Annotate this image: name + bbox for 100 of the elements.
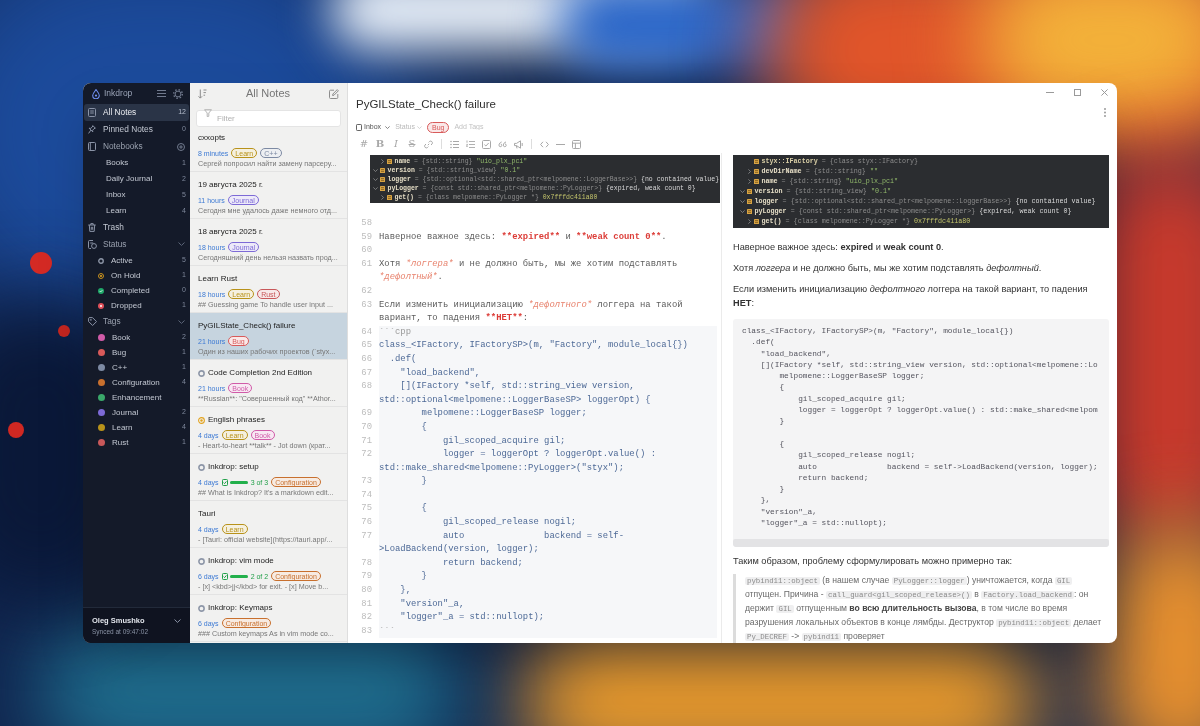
notebook-icon <box>88 142 96 151</box>
line-number: 68 <box>360 380 372 394</box>
section-header[interactable]: Notebooks <box>84 140 177 153</box>
list-title: All Notes <box>245 86 291 102</box>
note-title: Learn Rust <box>198 274 238 284</box>
note-title: Inkdrop: vim mode <box>208 556 274 566</box>
line-number: 80 <box>360 584 372 598</box>
section-header[interactable]: Tags <box>84 313 189 330</box>
striped-square-icon <box>380 168 385 173</box>
tag-icon <box>88 317 97 326</box>
note-title: 19 августа 2025 г. <box>198 180 264 190</box>
note-title: PyGILState_Check() failure <box>198 321 296 331</box>
line-number: 60 <box>360 244 372 258</box>
horizontal-scrollbar[interactable] <box>733 539 1109 548</box>
line-number: 58 <box>360 217 372 230</box>
paragraph: Если изменить инициализацию дефолтного логгера на такой вариант, то падения НЕТ: <box>733 283 1089 310</box>
section-header[interactable]: Status <box>84 235 189 253</box>
line-number: 75 <box>360 502 372 516</box>
add-icon[interactable] <box>177 142 185 151</box>
chevron-down-icon <box>385 125 391 129</box>
note-title: Inkdrop: Keymaps <box>208 603 273 613</box>
filter-field[interactable]: Filter <box>196 110 341 127</box>
line-number: 83 <box>360 624 372 638</box>
pin-icon <box>88 125 96 134</box>
filter-icon <box>204 108 212 117</box>
line-number: 65 <box>360 339 372 353</box>
striped-square-icon <box>387 159 392 164</box>
link-icon[interactable] <box>423 139 433 149</box>
striped-square-icon <box>754 178 759 184</box>
drop-icon <box>92 88 100 99</box>
source-line: Хотя *логгера* и не должно быть, мы же хотим подставлять *дефолтный*. <box>379 257 679 285</box>
ring-icon <box>98 257 104 264</box>
striped-square-icon <box>747 188 752 194</box>
checklist-icon <box>221 478 228 486</box>
note-title: 18 августа 2025 г. <box>198 227 264 237</box>
line-number: 70 <box>360 420 372 434</box>
striped-square-icon <box>747 208 752 214</box>
minimize-icon[interactable] <box>1046 91 1054 93</box>
numbered-list-icon[interactable] <box>465 139 475 149</box>
note-title: Inkdrop: setup <box>208 462 259 472</box>
page-circle-icon <box>88 239 97 249</box>
paragraph: Хотя логгера и не должно быть, мы же хотим подставлять дефолтный. <box>733 262 1043 275</box>
compose-icon[interactable] <box>329 88 339 99</box>
code-icon[interactable] <box>539 139 549 149</box>
quote-icon[interactable] <box>497 139 507 149</box>
ring-dot-icon <box>98 272 104 279</box>
sidebar-item[interactable]: Enhancement <box>84 390 189 405</box>
paragraph: Таким образом, проблему сформулировать можно примерно так: <box>733 555 1014 569</box>
menu-icon[interactable] <box>157 90 166 97</box>
line-number: 74 <box>360 488 372 502</box>
ring-icon <box>198 604 205 612</box>
note-title: Tauri <box>198 509 216 519</box>
line-number: 81 <box>360 597 372 611</box>
check-circle-icon <box>98 287 104 294</box>
document-icon <box>88 108 96 117</box>
source-line: Наверное важное здесь: **expired** и **weak count 0**. <box>379 230 668 244</box>
cross-circle-icon <box>98 302 104 309</box>
striped-square-icon <box>754 218 759 224</box>
ring-dot-icon <box>198 416 205 424</box>
striped-square-icon <box>754 168 759 174</box>
ring-icon <box>198 369 205 377</box>
app-name: Inkdrop <box>104 87 134 100</box>
trash-icon <box>88 222 96 232</box>
sidebar-item[interactable]: Trash <box>84 219 189 235</box>
line-number: 73 <box>360 475 372 489</box>
megaphone-icon[interactable] <box>513 139 523 149</box>
line-number: 59 <box>360 230 372 244</box>
striped-square-icon <box>747 198 752 204</box>
note-title: cxxopts <box>198 133 226 143</box>
table-icon[interactable] <box>571 139 581 149</box>
maximize-icon[interactable] <box>1074 88 1081 96</box>
striped-square-icon <box>380 177 385 182</box>
line-number: 72 <box>360 448 372 462</box>
line-number: 69 <box>360 407 372 421</box>
striped-square-icon <box>754 158 759 164</box>
chevron-down-icon[interactable] <box>174 619 181 623</box>
close-icon[interactable] <box>1101 88 1108 96</box>
paragraph: Наверное важное здесь: expired и weak count 0. <box>733 241 945 254</box>
checklist-icon <box>221 572 228 580</box>
bulleted-list-icon[interactable] <box>449 139 459 149</box>
line-number: 67 <box>360 366 372 380</box>
note-title: Code Completion 2nd Edition <box>208 368 313 378</box>
sort-icon[interactable] <box>198 88 207 99</box>
line-number: 77 <box>360 529 372 543</box>
ring-icon <box>198 463 205 471</box>
line-number: 63 <box>360 298 372 312</box>
line-number: 61 <box>360 257 372 271</box>
striped-square-icon <box>387 195 392 200</box>
settings-icon[interactable] <box>173 88 183 99</box>
checkbox-icon[interactable] <box>481 139 491 149</box>
line-number: 66 <box>360 352 372 366</box>
source-line: Если изменить инициализацию *дефолтного* логгера на такой вариант, то падения **НЕТ**: <box>379 298 684 326</box>
line-number: 62 <box>360 284 372 298</box>
line-number: 76 <box>360 516 372 530</box>
chevron-down-icon <box>417 125 422 129</box>
line-number: 78 <box>360 556 372 570</box>
note-title: English phrases <box>208 415 265 425</box>
line-number: 79 <box>360 570 372 584</box>
title-field[interactable]: PyGILState_Check() failure <box>356 83 584 112</box>
striped-square-icon <box>380 186 385 191</box>
